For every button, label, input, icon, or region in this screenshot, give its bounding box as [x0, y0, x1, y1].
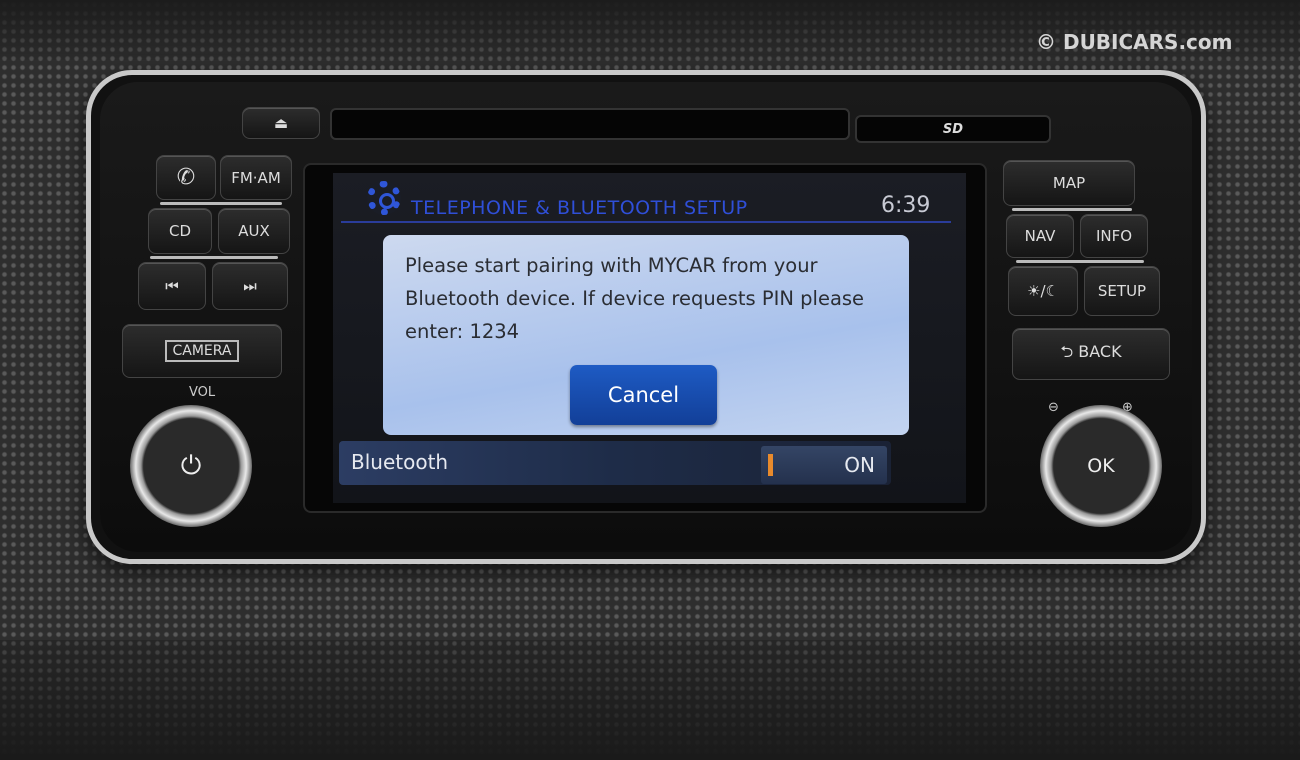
power-volume-knob[interactable]: ⏻: [130, 405, 252, 527]
divider: [1012, 208, 1132, 211]
sd-slot[interactable]: SD: [855, 115, 1051, 143]
divider: [150, 256, 278, 259]
bluetooth-toggle[interactable]: ON: [761, 446, 887, 484]
screen-title: TELEPHONE & BLUETOOTH SETUP: [411, 197, 748, 219]
camera-label: CAMERA: [165, 340, 239, 362]
ok-knob[interactable]: OK: [1040, 405, 1162, 527]
gear-icon: [367, 181, 401, 215]
camera-button[interactable]: CAMERA: [122, 324, 282, 378]
next-track-button[interactable]: ⏭: [212, 262, 288, 310]
title-divider: [341, 221, 951, 223]
phone-button[interactable]: ✆: [156, 155, 216, 200]
info-button[interactable]: INFO: [1080, 214, 1148, 258]
back-button[interactable]: ⮌ BACK: [1012, 328, 1170, 380]
map-button[interactable]: MAP: [1003, 160, 1135, 206]
cd-button[interactable]: CD: [148, 208, 212, 254]
divider: [1016, 260, 1144, 263]
vol-label: VOL: [189, 385, 216, 400]
eject-button[interactable]: ⏏: [242, 107, 320, 139]
nav-button[interactable]: NAV: [1006, 214, 1074, 258]
cd-slot: [330, 108, 850, 140]
setup-button[interactable]: SETUP: [1084, 266, 1160, 316]
dialog-message: Please start pairing with MYCAR from you…: [405, 254, 865, 343]
fm-am-button[interactable]: FM·AM: [220, 155, 292, 200]
cancel-button[interactable]: Cancel: [570, 365, 717, 425]
zoom-out-icon: ⊖: [1048, 400, 1059, 415]
day-night-button[interactable]: ☀/☾: [1008, 266, 1078, 316]
display-screen: TELEPHONE & BLUETOOTH SETUP 6:39 Bluetoo…: [333, 173, 966, 503]
pairing-dialog: Please start pairing with MYCAR from you…: [383, 235, 909, 435]
divider: [160, 202, 282, 205]
prev-track-button[interactable]: ⏮: [138, 262, 206, 310]
watermark: © DUBICARS.com: [1036, 30, 1233, 54]
clock: 6:39: [881, 193, 931, 218]
toggle-state: ON: [844, 453, 875, 477]
bluetooth-label: Bluetooth: [351, 450, 449, 474]
dashboard-shade-bottom: [0, 640, 1300, 760]
toggle-indicator: [768, 454, 773, 476]
aux-button[interactable]: AUX: [218, 208, 290, 254]
